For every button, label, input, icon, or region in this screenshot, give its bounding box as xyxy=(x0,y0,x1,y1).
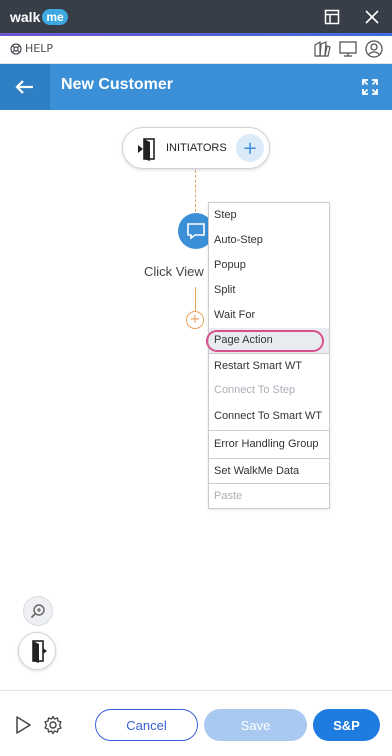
gear-icon[interactable] xyxy=(43,715,63,735)
zoom-button[interactable] xyxy=(23,596,53,626)
user-icon[interactable] xyxy=(364,39,384,59)
connector-line xyxy=(195,287,196,311)
help-label: HELP xyxy=(25,42,53,55)
menu-item-popup[interactable]: Popup xyxy=(209,253,329,278)
swatch-icon[interactable] xyxy=(312,39,332,59)
play-icon[interactable] xyxy=(13,715,33,735)
menu-item-error-handling-group[interactable]: Error Handling Group xyxy=(209,430,329,458)
menu-item-connect-to-step: Connect To Step xyxy=(214,384,296,396)
zoom-icon xyxy=(30,604,45,619)
monitor-icon[interactable] xyxy=(338,39,358,59)
initiators-toggle-button[interactable] xyxy=(18,632,56,670)
cancel-button[interactable]: Cancel xyxy=(95,709,198,741)
close-icon[interactable] xyxy=(364,9,380,25)
door-enter-icon xyxy=(138,138,155,161)
add-step-menu: Step Auto-Step Popup Split Wait For Page… xyxy=(206,202,330,509)
menu-item-paste: Paste xyxy=(209,483,329,508)
layout-icon[interactable] xyxy=(324,9,340,25)
highlight-ring xyxy=(206,330,324,352)
menu-item-restart-smart-wt[interactable]: Restart Smart WT xyxy=(209,353,329,378)
initiators-node[interactable]: INITIATORS + xyxy=(122,127,270,169)
help-button[interactable]: HELP xyxy=(10,42,53,55)
logo-walk: walk xyxy=(10,9,41,25)
page-title: New Customer xyxy=(61,76,174,93)
initiators-label: INITIATORS xyxy=(166,142,227,154)
lifebuoy-icon xyxy=(10,42,22,55)
help-bar: HELP xyxy=(0,36,392,64)
node-label: Click View xyxy=(144,264,204,279)
menu-item-wait-for[interactable]: Wait For xyxy=(209,303,329,328)
menu-item-auto-step[interactable]: Auto-Step xyxy=(209,228,329,253)
menu-item-step[interactable]: Step xyxy=(209,203,329,228)
footer-bar: Cancel Save S&P xyxy=(0,690,392,756)
back-button[interactable] xyxy=(0,64,50,110)
save-button[interactable]: Save xyxy=(204,709,307,741)
expand-icon[interactable] xyxy=(361,78,379,96)
page-header: New Customer xyxy=(0,64,392,110)
title-bar: walk me xyxy=(0,0,392,33)
menu-item-set-walkme-data[interactable]: Set WalkMe Data xyxy=(209,458,329,483)
door-icon xyxy=(32,640,47,663)
flow-canvas[interactable]: INITIATORS + Click View + Step Auto-Step… xyxy=(0,110,392,690)
connector-dashed xyxy=(195,170,196,212)
arrow-left-icon xyxy=(15,80,33,94)
logo-me: me xyxy=(42,9,68,25)
menu-item-page-action[interactable]: Page Action xyxy=(206,328,329,353)
walkme-logo: walk me xyxy=(10,8,68,26)
menu-item-connect-to-smart-wt[interactable]: Connect To Smart WT xyxy=(209,403,329,430)
save-and-publish-button[interactable]: S&P xyxy=(313,709,380,741)
add-initiator-button[interactable]: + xyxy=(236,134,264,162)
menu-item-split[interactable]: Split xyxy=(209,278,329,303)
speech-bubble-icon xyxy=(187,223,205,240)
add-step-button[interactable]: + xyxy=(186,311,204,329)
